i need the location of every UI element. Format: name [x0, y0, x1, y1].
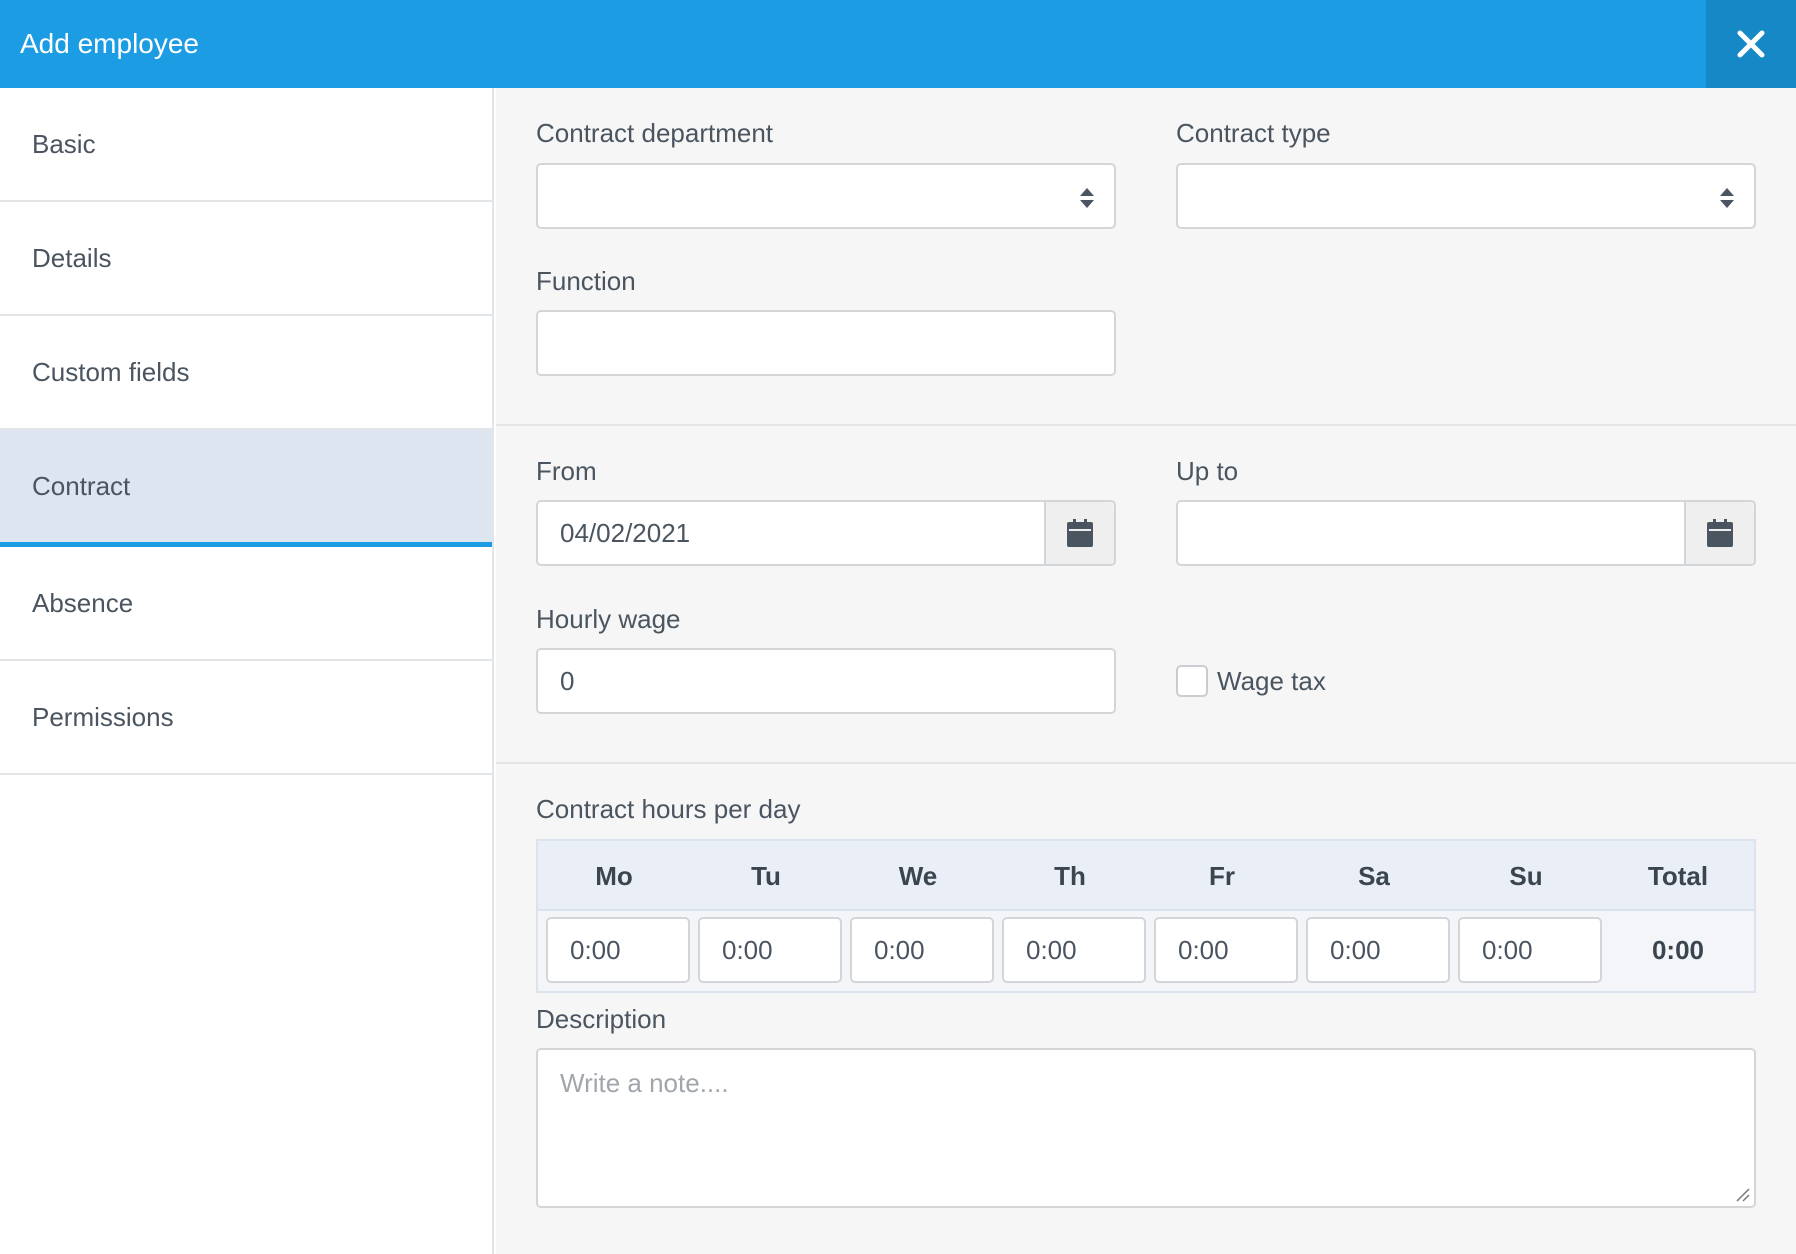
total-header: Total	[1647, 861, 1709, 891]
upto-label: Up to	[1176, 456, 1239, 486]
contract-form: Contract department Contract type Functi…	[496, 88, 1796, 1254]
sidebar-item-custom-fields[interactable]: Custom fields	[0, 316, 492, 430]
contract-section-hours: Contract hours per day Mo Tu We Th Fr Sa…	[496, 764, 1796, 1252]
day-header-sa: Sa	[1358, 861, 1390, 891]
contract-department-select[interactable]	[536, 163, 1116, 229]
wage-tax-checkbox[interactable]	[1176, 665, 1208, 697]
hours-input-we[interactable]: 0:00	[850, 917, 994, 983]
hours-input-sa[interactable]: 0:00	[1306, 917, 1450, 983]
hours-table-row: 0:00 0:00 0:00 0:00 0:00 0:00 0:00 0:00	[538, 911, 1754, 983]
description-placeholder: Write a note....	[560, 1068, 729, 1098]
sidebar-item-basic[interactable]: Basic	[0, 88, 492, 202]
sidebar-item-details[interactable]: Details	[0, 202, 492, 316]
sidebar-item-label: Contract	[32, 470, 131, 501]
calendar-icon	[1067, 519, 1093, 547]
from-date-value: 04/02/2021	[560, 518, 691, 548]
modal-title: Add employee	[20, 28, 200, 59]
hours-input-th[interactable]: 0:00	[1002, 917, 1146, 983]
hours-input-tu[interactable]: 0:00	[698, 917, 842, 983]
from-date-input[interactable]: 04/02/2021	[536, 500, 1116, 566]
modal-header: Add employee	[0, 0, 1796, 88]
contract-type-select[interactable]	[1176, 163, 1756, 229]
upto-date-picker-button[interactable]	[1684, 502, 1754, 564]
close-icon	[1737, 30, 1765, 58]
day-header-su: Su	[1509, 861, 1543, 891]
function-label: Function	[536, 266, 636, 296]
sidebar-item-permissions[interactable]: Permissions	[0, 661, 492, 775]
hourly-wage-label: Hourly wage	[536, 604, 681, 634]
sidebar-item-label: Custom fields	[32, 356, 190, 387]
wage-tax-label[interactable]: Wage tax	[1217, 666, 1326, 697]
hourly-wage-input[interactable]: 0	[536, 648, 1116, 714]
hours-total-value: 0:00	[1651, 935, 1705, 965]
day-header-we: We	[898, 861, 938, 891]
hours-table-header: Mo Tu We Th Fr Sa Su Total	[538, 841, 1754, 911]
sidebar-item-contract[interactable]: Contract	[0, 430, 492, 547]
hourly-wage-value: 0	[560, 666, 575, 696]
select-arrows-icon	[1080, 188, 1094, 208]
contract-section-period: From 04/02/2021 Up to Hourly wage 0 Wage…	[496, 426, 1796, 764]
contract-section-general: Contract department Contract type Functi…	[496, 88, 1796, 426]
select-arrows-icon	[1720, 188, 1734, 208]
sidebar-item-label: Basic	[32, 128, 96, 159]
contract-hours-label: Contract hours per day	[536, 794, 801, 824]
calendar-icon	[1707, 519, 1733, 547]
from-date-picker-button[interactable]	[1044, 502, 1114, 564]
day-header-tu: Tu	[751, 861, 781, 891]
upto-date-input[interactable]	[1176, 500, 1756, 566]
contract-department-label: Contract department	[536, 118, 774, 148]
day-header-th: Th	[1054, 861, 1086, 891]
sidebar-item-absence[interactable]: Absence	[0, 547, 492, 661]
sidebar-item-label: Details	[32, 242, 112, 273]
contract-hours-table: Mo Tu We Th Fr Sa Su Total 0:00 0:00 0:0…	[536, 839, 1756, 993]
sidebar-item-label: Absence	[32, 587, 134, 618]
sidebar-item-label: Permissions	[32, 701, 174, 732]
from-label: From	[536, 456, 597, 486]
description-label: Description	[536, 1004, 667, 1034]
day-header-fr: Fr	[1209, 861, 1235, 891]
hours-input-fr[interactable]: 0:00	[1154, 917, 1298, 983]
hours-input-mo[interactable]: 0:00	[546, 917, 690, 983]
sidebar: Basic Details Custom fields Contract Abs…	[0, 88, 494, 1254]
close-button[interactable]	[1706, 0, 1796, 88]
description-textarea[interactable]: Write a note....	[536, 1048, 1756, 1208]
contract-type-label: Contract type	[1176, 118, 1331, 148]
day-header-mo: Mo	[595, 861, 633, 891]
hours-input-su[interactable]: 0:00	[1458, 917, 1602, 983]
function-input[interactable]	[536, 310, 1116, 376]
resize-grip-icon[interactable]	[1734, 1186, 1750, 1202]
